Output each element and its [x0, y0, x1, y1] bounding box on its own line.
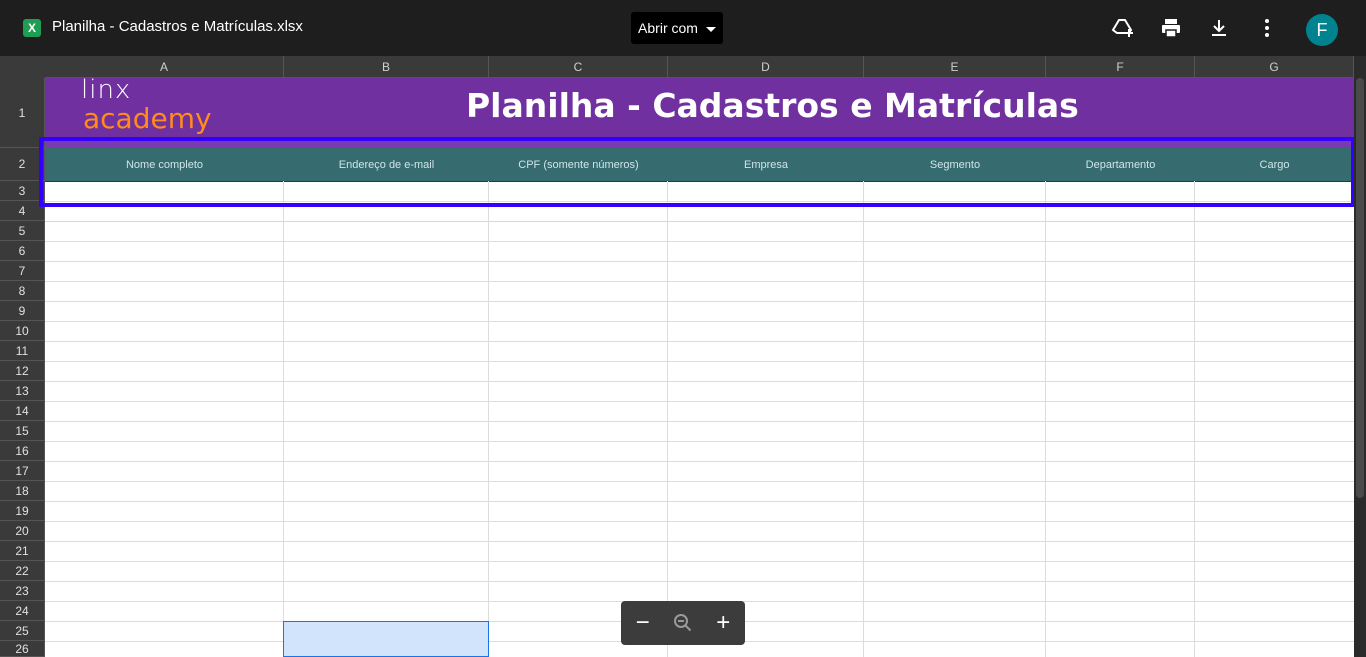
logo-academy: academy: [83, 102, 212, 135]
caret-down-icon: [705, 26, 716, 32]
gridline: [283, 181, 284, 657]
gridline: [45, 261, 1354, 262]
row-header-22[interactable]: 22: [0, 561, 45, 581]
row-header-12[interactable]: 12: [0, 361, 45, 381]
title-banner: linx academy Planilha - Cadastros e Matr…: [45, 78, 1354, 140]
row-header-11[interactable]: 11: [0, 341, 45, 361]
row-header-23[interactable]: 23: [0, 581, 45, 601]
gridline: [45, 361, 1354, 362]
download-icon[interactable]: [1207, 16, 1231, 40]
row-header-6[interactable]: 6: [0, 241, 45, 261]
scrollbar-thumb[interactable]: [1356, 78, 1364, 498]
zoom-out-button[interactable]: −: [628, 611, 658, 635]
logo-linx: linx: [81, 78, 132, 105]
gridline: [45, 441, 1354, 442]
file-title: Planilha - Cadastros e Matrículas.xlsx: [52, 18, 303, 35]
gridline: [45, 521, 1354, 522]
gridline: [45, 581, 1354, 582]
gridline: [45, 481, 1354, 482]
column-header-g[interactable]: G: [1195, 56, 1354, 78]
open-with-button[interactable]: Abrir com: [631, 12, 723, 44]
gridline: [45, 281, 1354, 282]
row-header-13[interactable]: 13: [0, 381, 45, 401]
gridline: [1194, 181, 1195, 657]
column-header-e[interactable]: E: [864, 56, 1046, 78]
column-header-c[interactable]: C: [489, 56, 668, 78]
gridline: [667, 181, 668, 657]
row-header-20[interactable]: 20: [0, 521, 45, 541]
open-with-label: Abrir com: [638, 20, 698, 36]
top-bar: X Planilha - Cadastros e Matrículas.xlsx…: [0, 0, 1366, 56]
row-header-8[interactable]: 8: [0, 281, 45, 301]
row-header-21[interactable]: 21: [0, 541, 45, 561]
row-header-7[interactable]: 7: [0, 261, 45, 281]
column-header-f[interactable]: F: [1046, 56, 1195, 78]
row-header-9[interactable]: 9: [0, 301, 45, 321]
column-header-b[interactable]: B: [284, 56, 489, 78]
row-header-19[interactable]: 19: [0, 501, 45, 521]
gridline: [45, 561, 1354, 562]
row-header-18[interactable]: 18: [0, 481, 45, 501]
gridline: [45, 541, 1354, 542]
row-header-15[interactable]: 15: [0, 421, 45, 441]
gridline: [45, 421, 1354, 422]
excel-file-icon: X: [23, 19, 41, 37]
gridline: [45, 321, 1354, 322]
selected-cell[interactable]: [283, 621, 489, 657]
add-to-drive-icon[interactable]: [1111, 16, 1135, 40]
highlight-box: [39, 137, 1355, 207]
column-header-a[interactable]: A: [45, 56, 284, 78]
more-options-icon[interactable]: [1255, 16, 1279, 40]
row-header-25[interactable]: 25: [0, 621, 45, 641]
gridline: [45, 501, 1354, 502]
select-all-corner[interactable]: [0, 56, 46, 79]
account-avatar[interactable]: F: [1306, 14, 1338, 46]
zoom-controls: − +: [621, 601, 745, 645]
gridline: [45, 241, 1354, 242]
print-icon[interactable]: [1159, 16, 1183, 40]
gridline: [45, 461, 1354, 462]
row-header-5[interactable]: 5: [0, 221, 45, 241]
row-header-16[interactable]: 16: [0, 441, 45, 461]
gridline: [488, 181, 489, 657]
row-header-14[interactable]: 14: [0, 401, 45, 421]
gridline: [45, 301, 1354, 302]
row-header-17[interactable]: 17: [0, 461, 45, 481]
column-header-d[interactable]: D: [668, 56, 864, 78]
zoom-in-button[interactable]: +: [708, 611, 738, 635]
gridline: [863, 181, 864, 657]
gridline: [45, 341, 1354, 342]
zoom-reset-icon[interactable]: [671, 611, 695, 635]
gridline: [45, 401, 1354, 402]
sheet-title: Planilha - Cadastros e Matrículas: [466, 86, 1079, 125]
gridline: [45, 221, 1354, 222]
row-header-24[interactable]: 24: [0, 601, 45, 621]
gridline: [1045, 181, 1046, 657]
gridline: [45, 381, 1354, 382]
row-header-26[interactable]: 26: [0, 641, 45, 657]
row-header-10[interactable]: 10: [0, 321, 45, 341]
